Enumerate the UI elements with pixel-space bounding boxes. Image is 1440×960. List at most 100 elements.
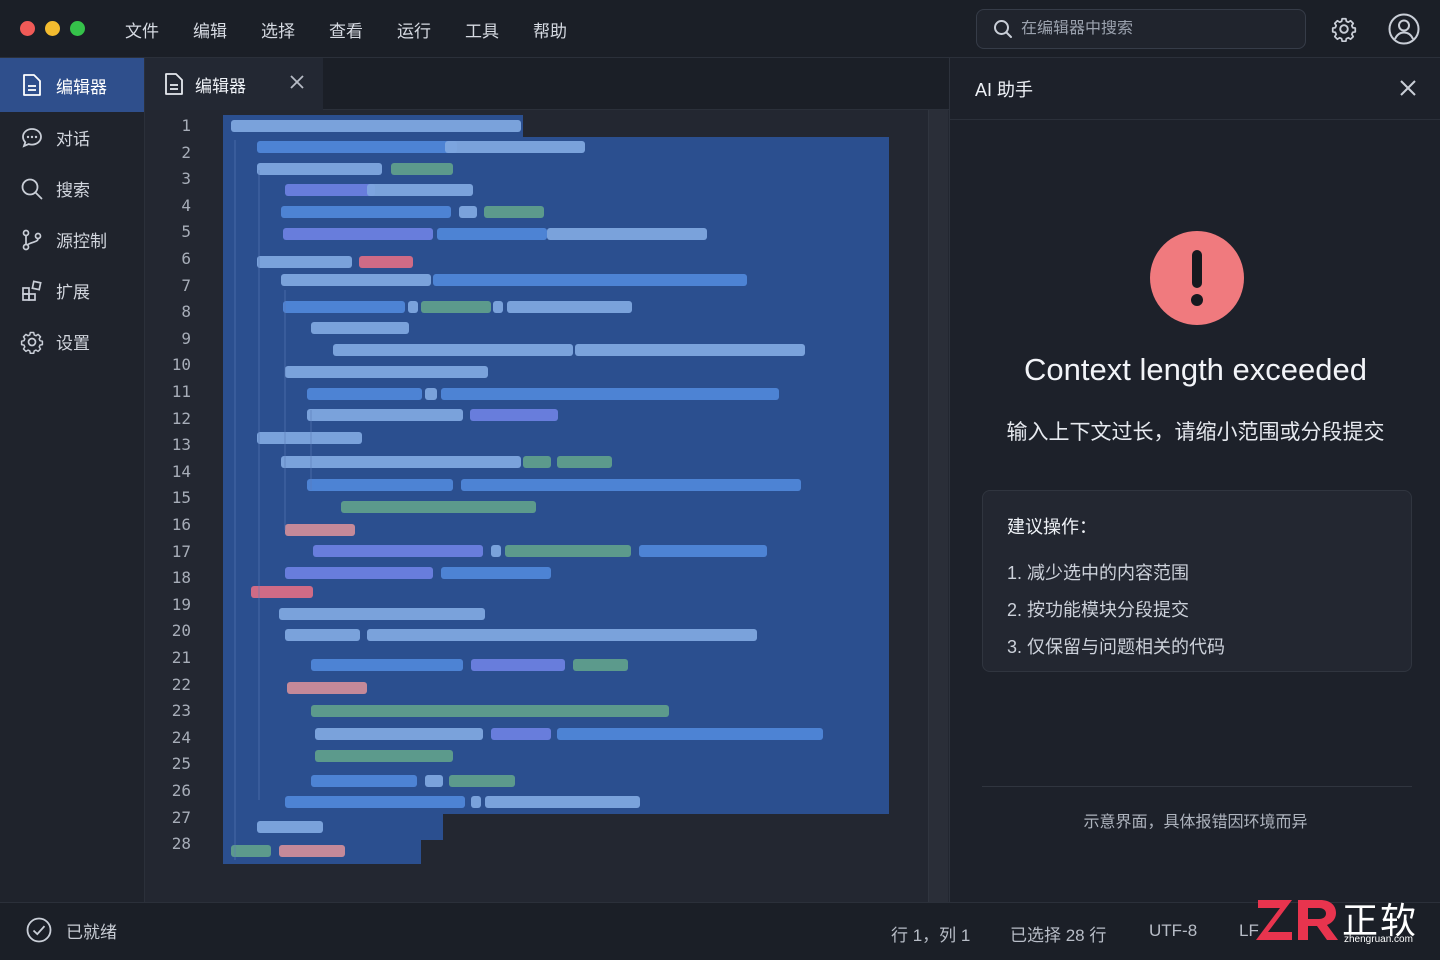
menu-edit[interactable]: 编辑 <box>176 17 244 42</box>
suggestions-card: 建议操作： 1. 减少选中的内容范围 2. 按功能模块分段提交 3. 仅保留与问… <box>982 490 1412 672</box>
menu-help[interactable]: 帮助 <box>516 17 584 42</box>
selection-highlight <box>223 810 443 840</box>
code-token <box>313 545 483 557</box>
menu-run[interactable]: 运行 <box>380 17 448 42</box>
code-token <box>493 301 503 313</box>
editor-scrollbar[interactable] <box>928 110 948 902</box>
sidebar-item-chat[interactable]: 对话 <box>0 112 144 163</box>
window-controls <box>20 21 85 36</box>
close-panel-button[interactable] <box>1398 78 1418 103</box>
sidebar-item-label: 对话 <box>56 130 90 149</box>
code-token <box>257 432 362 444</box>
code-token <box>257 141 457 153</box>
code-token <box>471 659 565 671</box>
code-token <box>231 845 271 857</box>
code-token <box>341 501 536 513</box>
panel-title: AI 助手 <box>975 79 1034 100</box>
code-token <box>408 301 418 313</box>
selection-count[interactable]: 已选择 28 行 <box>1010 921 1106 946</box>
code-token <box>485 796 640 808</box>
code-token <box>471 796 481 808</box>
menu-tools[interactable]: 工具 <box>448 17 516 42</box>
code-token <box>505 545 631 557</box>
code-token <box>281 274 431 286</box>
panel-divider <box>982 786 1412 787</box>
menu-file[interactable]: 文件 <box>108 17 176 42</box>
code-token <box>507 301 632 313</box>
code-token <box>367 629 757 641</box>
code-token <box>333 344 573 356</box>
code-token <box>285 366 488 378</box>
code-token <box>251 586 313 598</box>
account-button[interactable] <box>1388 13 1420 45</box>
selected-code-block[interactable] <box>145 110 949 902</box>
code-token <box>279 845 345 857</box>
code-token <box>437 228 547 240</box>
code-token <box>491 728 551 740</box>
cursor-position[interactable]: 行 1，列 1 <box>891 921 970 946</box>
code-token <box>575 344 805 356</box>
code-token <box>421 301 491 313</box>
code-token <box>391 163 453 175</box>
code-token <box>285 629 360 641</box>
code-token <box>523 456 551 468</box>
sidebar-item-settings[interactable]: 设置 <box>0 316 144 367</box>
code-token <box>441 388 779 400</box>
suggestion-item: 3. 仅保留与问题相关的代码 <box>1007 637 1226 657</box>
code-token <box>307 388 422 400</box>
code-token <box>459 206 477 218</box>
menu-select[interactable]: 选择 <box>244 17 312 42</box>
menu-view[interactable]: 查看 <box>312 17 380 42</box>
code-token <box>573 659 628 671</box>
code-token <box>367 184 473 196</box>
file-encoding[interactable]: UTF-8 <box>1149 921 1197 941</box>
code-token <box>557 728 823 740</box>
code-token <box>425 775 443 787</box>
code-token <box>257 821 323 833</box>
editor-search-box[interactable] <box>976 9 1306 49</box>
code-token <box>639 545 767 557</box>
code-token <box>441 567 551 579</box>
sidebar-item-search[interactable]: 搜索 <box>0 163 144 214</box>
maximize-window-button[interactable] <box>70 21 85 36</box>
search-input[interactable] <box>1021 20 1291 38</box>
minimize-window-button[interactable] <box>45 21 60 36</box>
code-token <box>257 256 352 268</box>
panel-footnote: 示意界面，具体报错因环境而异 <box>1083 814 1308 831</box>
sidebar-item-source-control[interactable]: 源控制 <box>0 214 144 265</box>
sidebar-item-editor[interactable]: 编辑器 <box>0 58 144 112</box>
code-token <box>281 456 521 468</box>
code-token <box>445 141 585 153</box>
code-editor[interactable]: 1 2 3 4 5 6 7 8 9 10 11 12 13 14 15 16 17 18 19 20 21 22 23 24 2… <box>145 110 949 902</box>
code-token <box>425 388 437 400</box>
search-icon <box>994 20 1012 38</box>
code-token <box>285 184 375 196</box>
check-circle-icon <box>26 917 52 943</box>
suggestions-title: 建议操作： <box>1007 517 1097 537</box>
sidebar-item-extensions[interactable]: 扩展 <box>0 265 144 316</box>
user-avatar-icon <box>1388 13 1420 45</box>
tab-label: 编辑器 <box>195 76 246 96</box>
watermark-url: zhengruan.com <box>1344 934 1413 945</box>
code-token <box>315 750 453 762</box>
gear-icon <box>1331 17 1357 42</box>
close-tab-button[interactable] <box>287 72 307 97</box>
status-bar: 已就绪 行 1，列 1 已选择 28 行 UTF-8 LF <box>0 902 1440 960</box>
error-alert-icon <box>1150 231 1244 325</box>
tab-editor[interactable]: 编辑器 <box>145 58 323 110</box>
sidebar-item-label: 搜索 <box>56 181 90 200</box>
code-token <box>547 228 707 240</box>
code-token <box>461 479 801 491</box>
close-window-button[interactable] <box>20 21 35 36</box>
git-branch-icon <box>22 229 42 250</box>
error-subtitle: 输入上下文过长，请缩小范围或分段提交 <box>1006 421 1385 444</box>
code-token <box>311 659 463 671</box>
settings-button[interactable] <box>1328 13 1360 45</box>
code-token <box>359 256 413 268</box>
chat-icon <box>22 127 42 148</box>
code-token <box>557 456 612 468</box>
code-token <box>307 409 463 421</box>
code-token <box>283 301 405 313</box>
code-token <box>287 682 367 694</box>
code-token <box>433 274 747 286</box>
